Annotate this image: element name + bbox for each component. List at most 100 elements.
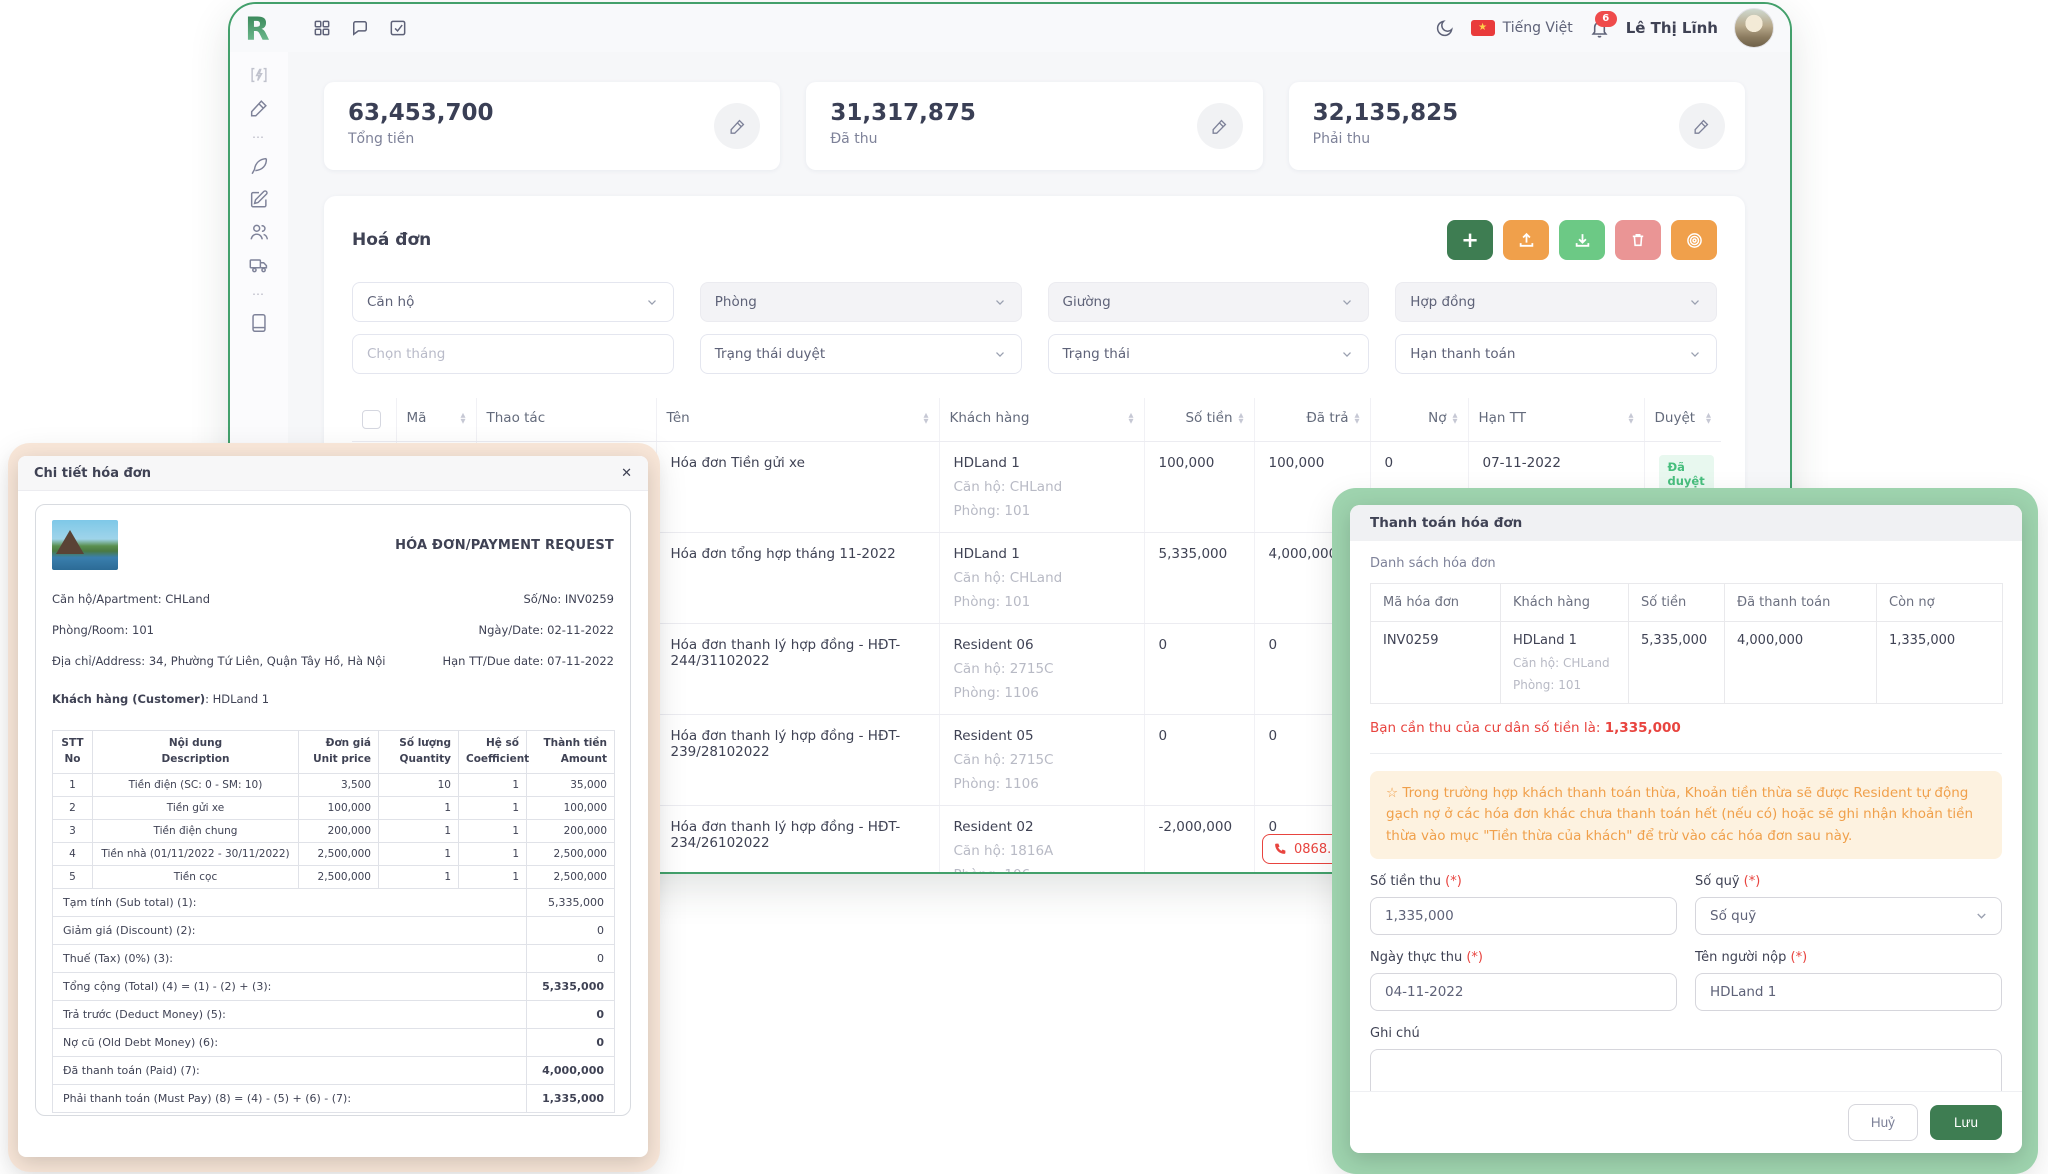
stat-label: Tổng tiền	[348, 131, 756, 147]
date-input[interactable]	[1370, 973, 1677, 1011]
item-row: 4Tiền nhà (01/11/2022 - 30/11/2022) 2,50…	[53, 842, 615, 865]
sidebar-item-energy[interactable]	[248, 64, 270, 86]
dark-mode-toggle[interactable]	[1435, 18, 1455, 38]
col-ma[interactable]: Mã ▲▼	[396, 398, 476, 442]
customer-name: Resident 02	[954, 819, 1130, 835]
cell-ten[interactable]: Hóa đơn Tiền gửi xe	[656, 442, 939, 533]
sidebar-item-truck[interactable]	[248, 254, 270, 276]
pen-icon[interactable]	[1197, 103, 1243, 149]
sidebar-item-users[interactable]	[248, 221, 270, 243]
chevron-down-icon	[993, 295, 1007, 309]
upload-icon	[1518, 232, 1535, 249]
close-icon[interactable]: ✕	[621, 466, 632, 481]
apps-grid-icon[interactable]	[312, 18, 332, 38]
pen-icon[interactable]	[714, 103, 760, 149]
cell-ma: INV0259	[1371, 622, 1501, 704]
sort-icon: ▲▼	[1129, 412, 1134, 424]
payer-label: Tên người nộp (*)	[1695, 950, 2002, 965]
col-ten[interactable]: Tên ▲▼	[656, 398, 939, 442]
cell-ten[interactable]: Hóa đơn thanh lý hợp đồng - HĐT-244/3110…	[656, 624, 939, 715]
col-so-tien[interactable]: Số tiền ▲▼	[1144, 398, 1254, 442]
col-khach-hang[interactable]: Khách hàng ▲▼	[939, 398, 1144, 442]
col-han-tt[interactable]: Hạn TT ▲▼	[1468, 398, 1644, 442]
col-no[interactable]: Nợ ▲▼	[1370, 398, 1468, 442]
customer-sub: Phòng: 101	[1513, 678, 1616, 692]
cell-ten[interactable]: Hóa đơn thanh lý hợp đồng - HĐT-239/2810…	[656, 715, 939, 806]
stat-card-collected: 31,317,875 Đã thu	[806, 82, 1262, 170]
cell-ten[interactable]: Hóa đơn tổng hợp tháng 11-2022	[656, 533, 939, 624]
stat-label: Phải thu	[1313, 131, 1721, 147]
invoice-totals-table: Tạm tính (Sub total) (1):5,335,000 Giảm …	[52, 889, 615, 1113]
modal-title: Chi tiết hóa đơn	[34, 466, 151, 481]
invoice-toolbar: +	[1447, 220, 1717, 260]
filter-trang-thai-duyet[interactable]: Trạng thái duyệt	[700, 334, 1022, 374]
filter-label: Hợp đồng	[1410, 294, 1475, 310]
customer-name: HDLand 1	[1513, 633, 1616, 648]
add-invoice-button[interactable]: +	[1447, 220, 1493, 260]
filter-row-1: Căn hộ Phòng Giường Hợp đồng	[352, 282, 1717, 322]
cell-khach-hang: Resident 06 Căn hộ: 2715C Phòng: 1106	[939, 624, 1144, 715]
cancel-button[interactable]: Huỷ	[1848, 1104, 1918, 1141]
avatar[interactable]	[1734, 8, 1774, 48]
amount-due-value: 1,335,000	[1605, 720, 1681, 736]
vietnam-flag-icon: ★	[1471, 20, 1495, 36]
building-photo	[52, 520, 118, 570]
total-row: Tổng cộng (Total) (4) = (1) - (2) + (3):…	[53, 972, 615, 1000]
detail-modal-backdrop: Chi tiết hóa đơn ✕ HÓA ĐƠN/PAYMENT REQUE…	[8, 443, 660, 1172]
col-thao-tac: Thao tác	[476, 398, 656, 442]
delete-button[interactable]	[1615, 220, 1661, 260]
chevron-down-icon	[1340, 347, 1354, 361]
sidebar-more-dots[interactable]: ⋯	[252, 130, 266, 144]
sidebar-more-dots-2[interactable]: ⋯	[252, 287, 266, 301]
notifications-button[interactable]: 6	[1589, 18, 1610, 39]
check-square-icon[interactable]	[388, 18, 408, 38]
filter-chon-thang[interactable]: Chọn tháng	[352, 334, 674, 374]
sort-icon: ▲▼	[1629, 412, 1634, 424]
col-da-tra[interactable]: Đã trả ▲▼	[1254, 398, 1370, 442]
download-button[interactable]	[1559, 220, 1605, 260]
modal-footer: Huỷ Lưu	[1350, 1091, 2022, 1153]
stat-value: 63,453,700	[348, 100, 756, 126]
item-row: 2Tiền gửi xe 100,0001 1100,000	[53, 796, 615, 819]
col-duyet[interactable]: Duyệt ▲▼	[1644, 398, 1721, 442]
address-field: Địa chỉ/Address: 34, Phường Tứ Liên, Quậ…	[52, 654, 386, 668]
divider	[1370, 753, 2002, 754]
filter-label: Hạn thanh toán	[1410, 346, 1515, 362]
amount-input[interactable]	[1370, 897, 1677, 935]
item-row: 5Tiền cọc 2,500,0001 12,500,000	[53, 865, 615, 888]
overpayment-note: ☆ Trong trường hợp khách thanh toán thừa…	[1370, 771, 2002, 859]
save-button[interactable]: Lưu	[1930, 1105, 2002, 1140]
sidebar-item-edit[interactable]	[248, 188, 270, 210]
customer-sub: Phòng: 101	[954, 503, 1130, 519]
filter-can-ho[interactable]: Căn hộ	[352, 282, 674, 322]
select-all-checkbox[interactable]	[362, 410, 381, 429]
filter-han-thanh-toan[interactable]: Hạn thanh toán	[1395, 334, 1717, 374]
chat-icon[interactable]	[350, 18, 370, 38]
language-switcher[interactable]: ★ Tiếng Việt	[1471, 20, 1573, 36]
payment-modal: Thanh toán hóa đơn Danh sách hóa đơn Mã …	[1350, 505, 2022, 1153]
sort-icon: ▲▼	[924, 412, 929, 424]
cell-khach-hang: HDLand 1 Căn hộ: CHLand Phòng: 101	[1501, 622, 1629, 704]
fund-select[interactable]: Số quỹ	[1695, 897, 2002, 935]
filter-trang-thai[interactable]: Trạng thái	[1048, 334, 1370, 374]
cell-ten[interactable]: Hóa đơn thanh lý hợp đồng - HĐT-234/2610…	[656, 806, 939, 875]
filter-phong[interactable]: Phòng	[700, 282, 1022, 322]
filter-giuong[interactable]: Giường	[1048, 282, 1370, 322]
logo-icon: R	[240, 9, 278, 47]
settings-button[interactable]	[1671, 220, 1717, 260]
filter-label: Phòng	[715, 294, 757, 310]
sidebar-item-pen[interactable]	[248, 97, 270, 119]
app-logo[interactable]: R	[230, 9, 288, 47]
modal-body: HÓA ĐƠN/PAYMENT REQUEST Căn hộ/Apartment…	[18, 491, 648, 1129]
payer-input[interactable]	[1695, 973, 2002, 1011]
upload-button[interactable]	[1503, 220, 1549, 260]
list-label: Danh sách hóa đơn	[1370, 556, 2002, 571]
top-bar: R	[230, 4, 1790, 52]
cell-so-tien: 5,335,000	[1144, 533, 1254, 624]
pen-icon[interactable]	[1679, 103, 1725, 149]
sidebar-item-quill[interactable]	[248, 155, 270, 177]
filter-hop-dong[interactable]: Hợp đồng	[1395, 282, 1717, 322]
select-all-header[interactable]	[352, 398, 396, 442]
sidebar-item-book[interactable]	[248, 312, 270, 334]
cell-so-tien: 100,000	[1144, 442, 1254, 533]
